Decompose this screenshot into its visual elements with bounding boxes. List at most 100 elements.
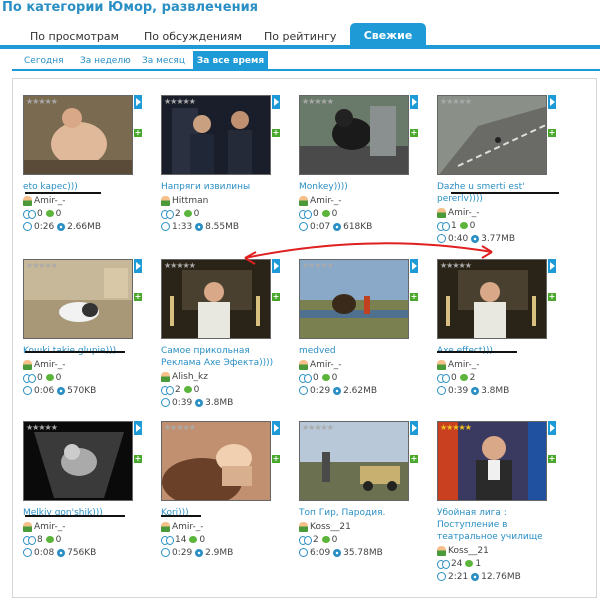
play-icon[interactable] — [134, 259, 142, 273]
author-link[interactable]: Amir-_- — [34, 360, 66, 370]
author-link[interactable]: Alish_kz — [172, 372, 208, 382]
video-thumbnail[interactable]: ★★★★★ — [23, 421, 133, 501]
play-icon[interactable] — [272, 259, 280, 273]
video-card-axe-effekt-reklama: ★★★★★ + Самое прикольная Реклама Axe Эфект… — [161, 259, 291, 419]
duration: 0:39 — [448, 386, 469, 396]
video-title-link[interactable]: Самое прикольная Реклама Axe Эфекта)))) — [161, 345, 291, 369]
stats-row: 8 0 — [23, 534, 61, 546]
info-row: 0:29 2.9MB — [161, 547, 233, 559]
views-count: 2 — [175, 385, 181, 395]
filesize: 3.8MB — [481, 386, 510, 396]
video-title-link[interactable]: medved — [299, 345, 429, 357]
annotation-underline — [437, 351, 517, 353]
play-icon[interactable] — [548, 421, 556, 435]
duration-icon — [437, 572, 446, 581]
author-row: Koss__21 — [437, 545, 489, 557]
add-icon[interactable]: + — [134, 293, 142, 301]
comments-icon — [321, 536, 330, 543]
filesize: 570KB — [67, 386, 97, 396]
user-icon — [437, 545, 446, 556]
video-thumbnail[interactable]: ★★★★★ — [299, 259, 409, 339]
add-icon[interactable]: + — [272, 455, 280, 463]
add-icon[interactable]: + — [548, 455, 556, 463]
add-icon[interactable]: + — [272, 293, 280, 301]
duration-icon — [299, 548, 308, 557]
author-link[interactable]: Amir-_- — [172, 522, 204, 532]
subtab-month[interactable]: За месяц — [142, 51, 185, 71]
info-row: 1:33 8.55MB — [161, 221, 239, 233]
video-title-link[interactable]: Топ Гир, Пародия. — [299, 507, 429, 519]
author-link[interactable]: Amir-_- — [310, 360, 342, 370]
subtab-week[interactable]: За неделю — [80, 51, 131, 71]
rating-stars: ★★★★★ — [440, 423, 472, 432]
video-thumbnail[interactable]: ★★★★★ — [299, 421, 409, 501]
video-card-medved: ★★★★★ + medved Amir-_- 0 0 0:29 2.62MB — [299, 259, 429, 419]
info-row: 0:08 756KB — [23, 547, 96, 559]
filesize-icon — [471, 234, 480, 243]
play-icon[interactable] — [548, 95, 556, 109]
tab-by-views[interactable]: По просмотрам — [30, 26, 119, 48]
tab-by-discussions[interactable]: По обсуждениям — [144, 26, 242, 48]
video-title-link[interactable]: Kori))) — [161, 507, 291, 519]
comments-count: 0 — [331, 535, 338, 545]
duration-icon — [161, 222, 170, 231]
video-thumbnail[interactable]: ★★★★★ — [23, 259, 133, 339]
play-icon[interactable] — [410, 421, 418, 435]
add-icon[interactable]: + — [548, 129, 556, 137]
author-link[interactable]: Amir-_- — [34, 522, 66, 532]
comments-count: 0 — [193, 209, 200, 219]
video-card-koshki-glupie: ★★★★★+Koшki takie glupie)))Amir-_-0 00:0… — [23, 259, 153, 419]
add-icon[interactable]: + — [134, 455, 142, 463]
play-icon[interactable] — [548, 259, 556, 273]
views-count: 0 — [451, 373, 457, 383]
add-icon[interactable]: + — [410, 293, 418, 301]
play-icon[interactable] — [410, 95, 418, 109]
add-icon[interactable]: + — [272, 129, 280, 137]
author-row: Alish_kz — [161, 371, 208, 383]
video-thumbnail[interactable]: ★★★★★ — [437, 421, 547, 501]
filesize: 756KB — [67, 548, 97, 558]
comments-count: 0 — [55, 373, 62, 383]
play-icon[interactable] — [410, 259, 418, 273]
comments-icon — [459, 222, 468, 229]
add-icon[interactable]: + — [134, 129, 142, 137]
play-icon[interactable] — [134, 421, 142, 435]
author-link[interactable]: Amir-_- — [448, 208, 480, 218]
subtab-today[interactable]: Сегодня — [24, 51, 64, 71]
tab-by-rating[interactable]: По рейтингу — [264, 26, 336, 48]
subtab-all-time[interactable]: За все время — [193, 51, 268, 71]
video-thumbnail[interactable]: ★★★★★ — [299, 95, 409, 175]
play-icon[interactable] — [134, 95, 142, 109]
stats-row: 0 2 — [437, 372, 475, 384]
author-link[interactable]: Koss__21 — [448, 546, 489, 556]
author-link[interactable]: Amir-_- — [310, 196, 342, 206]
video-card-eto-kapec: ★★★★★ + eto kapec))) Amir-_- 0 0 0:26 2.66MB — [23, 95, 153, 255]
video-thumbnail[interactable]: ★★★★★ — [161, 421, 271, 501]
video-title-link[interactable]: Melkiy gon'shik))) — [23, 507, 153, 519]
play-icon[interactable] — [272, 95, 280, 109]
author-link[interactable]: Amir-_- — [448, 360, 480, 370]
video-thumbnail[interactable]: ★★★★★ — [437, 259, 547, 339]
add-icon[interactable]: + — [410, 129, 418, 137]
user-icon — [437, 207, 446, 218]
stats-row: 0 0 — [299, 372, 337, 384]
add-icon[interactable]: + — [548, 293, 556, 301]
video-thumbnail[interactable]: ★★★★★ — [161, 95, 271, 175]
video-thumbnail[interactable]: ★★★★★ — [23, 95, 133, 175]
author-link[interactable]: Amir-_- — [34, 196, 66, 206]
video-card-top-gir-parodiya: ★★★★★ + Топ Гир, Пародия. Koss__21 2 0 6:09 3… — [299, 421, 429, 581]
video-title-link[interactable]: Убойная лига : Поступление в театральное… — [437, 507, 567, 543]
comments-icon — [45, 210, 54, 217]
play-icon[interactable] — [272, 421, 280, 435]
video-title-link[interactable]: Monkey)))) — [299, 181, 429, 193]
add-icon[interactable]: + — [410, 455, 418, 463]
video-thumbnail[interactable]: ★★★★★ — [161, 259, 271, 339]
video-thumbnail[interactable]: ★★★★★ — [437, 95, 547, 175]
author-link[interactable]: Hittman — [172, 196, 208, 206]
tab-fresh[interactable]: Свежие — [350, 23, 426, 49]
author-link[interactable]: Koss__21 — [310, 522, 351, 532]
video-title-link[interactable]: Напряги извилины — [161, 181, 291, 193]
views-count: 2 — [175, 209, 181, 219]
comments-count: 1 — [475, 559, 482, 569]
duration-icon — [23, 548, 32, 557]
